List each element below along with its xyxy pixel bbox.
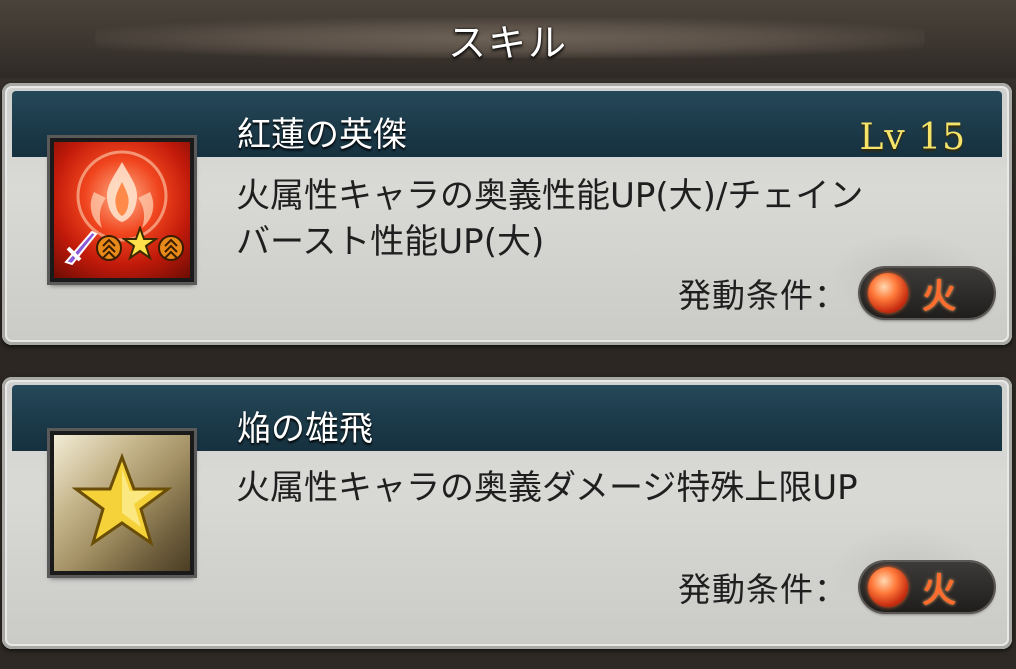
fire-element-icon: [868, 567, 908, 607]
header-bar: スキル: [0, 0, 1016, 78]
skill-name: 焔の雄飛: [237, 409, 373, 449]
element-name: 火: [922, 570, 956, 611]
activation-condition: 発動条件： 火: [678, 267, 994, 319]
star-icon: [120, 225, 160, 262]
skill-card[interactable]: 焔の雄飛 火属性キャラの奥義ダメージ特殊上限UP 発動条件： 火: [2, 377, 1012, 649]
skill-description: 火属性キャラの奥義ダメージ特殊上限UP: [236, 465, 976, 511]
skill-description: 火属性キャラの奥義性能UP(大)/チェイン バースト性能UP(大): [236, 173, 976, 265]
element-badge: 火: [860, 268, 994, 318]
skill-icon-frame: [50, 138, 194, 282]
skill-icon-frame: [50, 431, 194, 575]
page-title: スキル: [447, 21, 568, 65]
element-name: 火: [922, 276, 956, 317]
up-arrow-icon: [158, 230, 184, 266]
gold-star-icon: [54, 435, 190, 571]
skill-description-line: バースト性能UP(大): [236, 222, 545, 262]
skill-description-line: 火属性キャラの奥義ダメージ特殊上限UP: [236, 468, 858, 508]
condition-label: 発動条件：: [678, 276, 848, 315]
element-badge: 火: [860, 562, 994, 612]
sword-icon: [62, 226, 98, 266]
skill-description-line: 火属性キャラの奥義性能UP(大)/チェイン: [236, 176, 864, 216]
fire-element-icon: [868, 273, 908, 313]
skill-card[interactable]: 紅蓮の英傑 Lv 15 火属性キャラの奥義性能UP(大)/チェイン バースト性能…: [2, 83, 1012, 345]
skill-name: 紅蓮の英傑: [237, 115, 407, 155]
skill-level: Lv 15: [859, 117, 966, 158]
up-arrow-icon: [96, 230, 122, 266]
activation-condition: 発動条件： 火: [678, 561, 994, 613]
condition-label: 発動条件：: [678, 570, 848, 609]
